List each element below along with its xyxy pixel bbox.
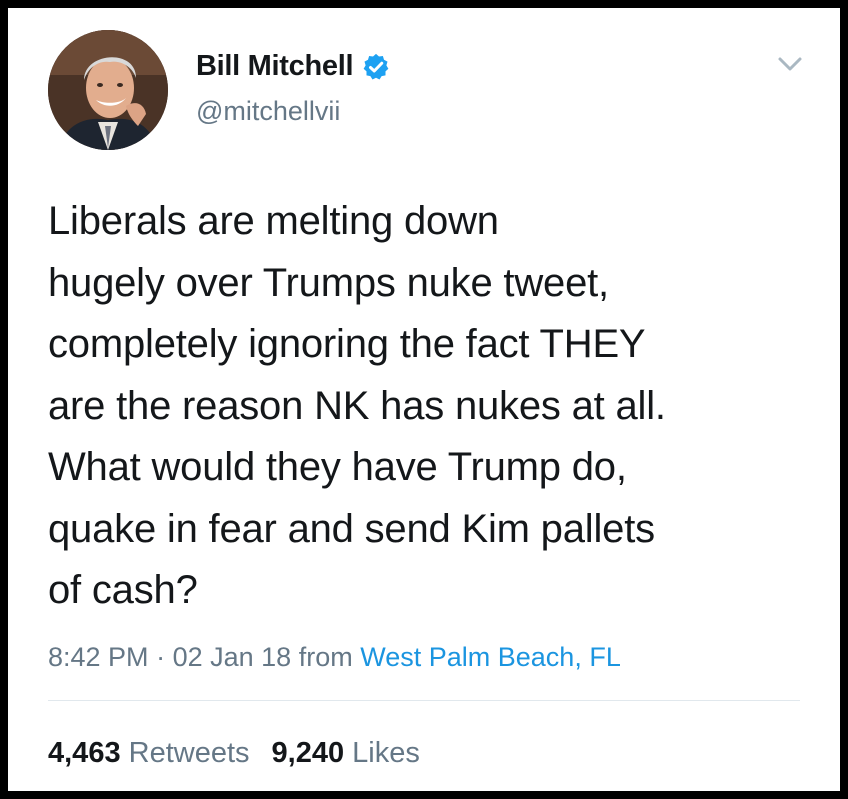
- tweet-date[interactable]: 02 Jan 18: [173, 642, 292, 672]
- author-handle[interactable]: @mitchellvii: [196, 96, 340, 127]
- meta-separator: ·: [156, 642, 166, 672]
- profile-photo-icon: [48, 30, 168, 150]
- tweet-text: Liberals are melting down hugely over Tr…: [48, 199, 666, 612]
- avatar[interactable]: [48, 30, 168, 150]
- tweet-time[interactable]: 8:42 PM: [48, 642, 149, 672]
- chevron-down-icon[interactable]: [776, 54, 804, 74]
- author-display-name[interactable]: Bill Mitchell: [196, 50, 354, 83]
- tweet-stats: 4,463 Retweets 9,240 Likes: [48, 737, 420, 770]
- verified-badge-icon: [363, 53, 389, 79]
- from-label: from: [298, 642, 353, 672]
- tweet-card: Bill Mitchell @mitchellvii Liberals are …: [8, 8, 840, 791]
- divider: [48, 700, 800, 701]
- location-link[interactable]: West Palm Beach, FL: [360, 642, 621, 672]
- author-name-row[interactable]: Bill Mitchell: [196, 50, 391, 83]
- likes-count: 9,240: [271, 737, 345, 769]
- retweets-stat[interactable]: 4,463 Retweets: [48, 737, 250, 769]
- tweet-meta: 8:42 PM · 02 Jan 18 from West Palm Beach…: [48, 642, 621, 673]
- likes-stat[interactable]: 9,240 Likes: [272, 737, 420, 769]
- retweets-count: 4,463: [48, 737, 121, 769]
- likes-label: Likes: [352, 737, 420, 769]
- retweets-label: Retweets: [128, 737, 250, 769]
